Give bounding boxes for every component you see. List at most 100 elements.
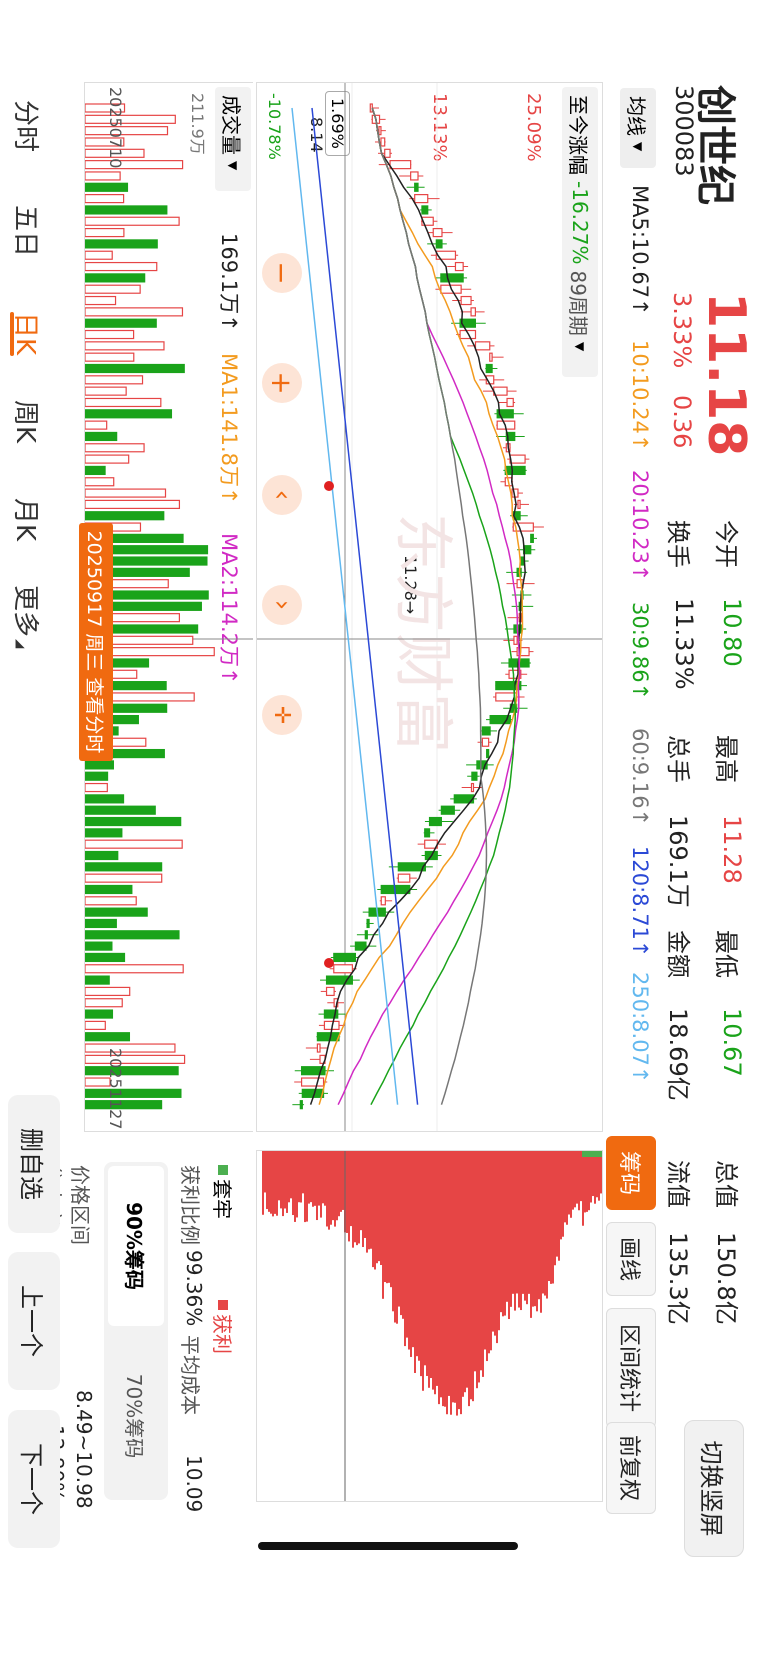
tab-draw[interactable]: 画线: [606, 1222, 656, 1296]
chip-bar: [270, 1151, 272, 1214]
scroll-left-button[interactable]: ‹: [262, 475, 302, 515]
chip-bar: [590, 1151, 592, 1203]
chip-bar: [574, 1151, 576, 1208]
chip-bar: [540, 1151, 542, 1313]
chip-bar: [596, 1151, 598, 1198]
chip90-button[interactable]: 90%筹码: [108, 1166, 164, 1326]
volume-bar: [85, 216, 180, 226]
tab-weekly-k[interactable]: 周K: [9, 400, 46, 443]
volume-bar: [85, 499, 181, 510]
ma30-value: 30:9.86↑: [628, 602, 652, 701]
tab-chips[interactable]: 筹码: [606, 1136, 656, 1210]
volume-panel[interactable]: 成交量 ▼ 169.1万↑ MA1:141.8万↑ MA2:114.2万↑ 21…: [79, 82, 253, 1132]
chip-bar: [312, 1151, 314, 1207]
volume-bar: [85, 114, 176, 124]
candle: [428, 816, 442, 827]
scroll-right-button[interactable]: ›: [262, 585, 302, 625]
tab-forward-adjust[interactable]: 前复权: [606, 1422, 656, 1514]
volume-bar: [85, 1009, 114, 1019]
chip-bar: [524, 1151, 526, 1301]
candle: [513, 635, 518, 645]
chip-bar: [542, 1151, 544, 1294]
chip-bar: [498, 1151, 500, 1331]
ma120-value: 120:8.71↑: [628, 846, 652, 958]
high-label: 最高: [712, 735, 740, 783]
volume-bar: [85, 352, 135, 362]
chip-bar: [504, 1151, 506, 1316]
volume-bar: [85, 918, 117, 929]
candle: [333, 964, 353, 974]
chip-bar: [314, 1151, 316, 1206]
legend-swatch: [218, 1165, 229, 1175]
zoom-in-button[interactable]: +: [262, 363, 302, 403]
tab-daily-k[interactable]: 日K: [9, 312, 46, 355]
delete-watchlist-button[interactable]: 删自选: [8, 1095, 60, 1233]
switch-portrait-button[interactable]: 切换竖屏: [684, 1420, 744, 1557]
tab-monthly-k[interactable]: 月K: [9, 498, 46, 541]
event-marker-dot[interactable]: [324, 958, 334, 968]
range-value: 8.49~10.98: [72, 1390, 96, 1509]
tab-more[interactable]: 更多◢: [9, 585, 46, 648]
candle: [378, 126, 382, 136]
next-stock-button[interactable]: 下一个: [8, 1410, 60, 1548]
chip-bar: [352, 1151, 354, 1248]
candle: [316, 1032, 340, 1042]
volume-bar: [85, 839, 183, 849]
chip-bar: [594, 1151, 596, 1204]
volume-bar: [85, 930, 180, 940]
chip-bar: [494, 1151, 496, 1336]
reset-zoom-icon[interactable]: ✛: [262, 695, 302, 735]
prev-stock-button[interactable]: 上一个: [8, 1252, 60, 1390]
chip-bar: [370, 1151, 372, 1249]
chip-bar: [348, 1151, 350, 1242]
chip-bar: [282, 1151, 284, 1217]
volume-bar: [85, 284, 141, 294]
candle: [481, 726, 491, 736]
volume-bar: [85, 1088, 182, 1098]
chip-bar: [476, 1151, 478, 1389]
chip-bar: [402, 1151, 404, 1319]
tab-range-stats[interactable]: 区间统计: [606, 1308, 656, 1428]
chip-bar: [424, 1151, 426, 1366]
chip-bar: [460, 1151, 462, 1415]
chip-bar: [262, 1151, 264, 1215]
view-intraday-tooltip[interactable]: 20250917 周三 查看分时: [79, 523, 113, 761]
chip-bar: [274, 1151, 276, 1214]
chip70-button[interactable]: 70%筹码: [108, 1336, 164, 1496]
candle: [364, 930, 368, 940]
tab-intraday[interactable]: 分时: [9, 100, 46, 152]
candle: [460, 295, 472, 306]
volume-bar: [85, 511, 165, 521]
chip-bar: [386, 1151, 388, 1284]
chip-bar: [420, 1151, 422, 1377]
chip-bar: [294, 1151, 296, 1222]
candle: [474, 341, 491, 351]
volume-bar: [85, 1020, 106, 1030]
chip-bar: [382, 1151, 384, 1299]
chip-bar: [264, 1151, 266, 1193]
chip-bar: [292, 1151, 294, 1216]
chip-bar: [548, 1151, 550, 1282]
chip-distribution-panel[interactable]: [256, 1150, 603, 1502]
chip-bar: [322, 1151, 324, 1204]
watermark: 东方财富: [387, 513, 457, 753]
zoom-out-button[interactable]: −: [262, 253, 302, 293]
ma-dropdown[interactable]: 均线 ▼: [620, 88, 656, 168]
volume-bar: [85, 171, 121, 181]
chip-bar: [388, 1151, 390, 1283]
candle: [470, 782, 475, 793]
event-marker-dot[interactable]: [324, 481, 334, 491]
chip-bar: [450, 1151, 452, 1415]
volume-bar: [85, 295, 117, 306]
profit-ratio-label: 获利比例: [178, 1165, 202, 1245]
chip-bar: [522, 1151, 524, 1294]
kline-panel[interactable]: 至今涨幅 -16.27% 89周期 ▼ 25.09% 13.13% 1.69% …: [256, 82, 603, 1132]
chip-bar: [554, 1151, 556, 1266]
chip-bar: [582, 1151, 584, 1226]
total-mv-label: 总值: [712, 1160, 740, 1208]
candle: [380, 137, 386, 147]
chip-bar: [588, 1151, 590, 1211]
candle: [384, 148, 391, 158]
tab-five-day[interactable]: 五日: [9, 205, 46, 257]
chip-bar: [462, 1151, 464, 1397]
